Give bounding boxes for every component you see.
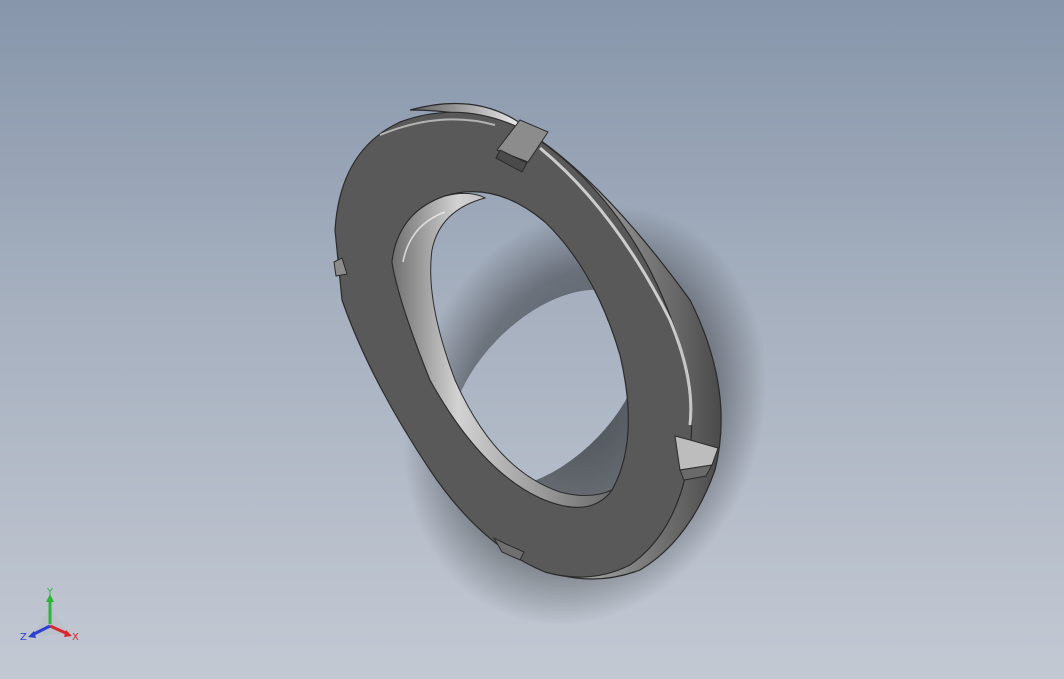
x-axis-label: X xyxy=(72,632,79,643)
orientation-triad[interactable]: Y X Z xyxy=(18,586,84,648)
model-view[interactable] xyxy=(0,0,1064,679)
z-axis-label: Z xyxy=(20,632,27,643)
y-axis-label: Y xyxy=(46,587,54,598)
graphics-viewport[interactable]: Y X Z xyxy=(0,0,1064,679)
